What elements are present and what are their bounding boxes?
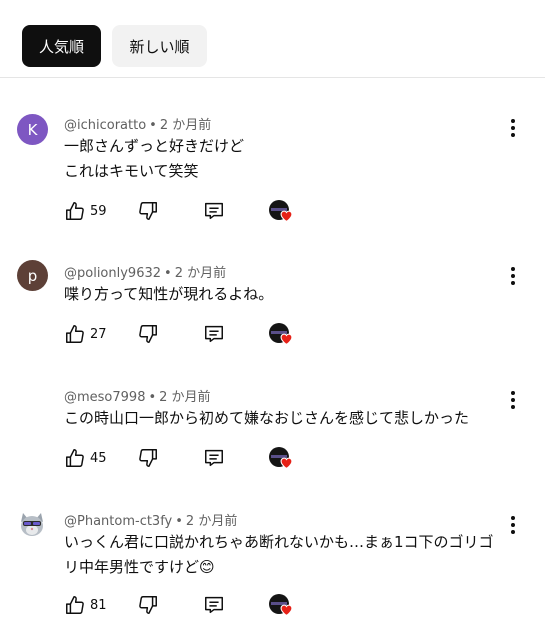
creator-heart xyxy=(269,447,293,469)
comment-text-line: いっくん君に口説かれちゃあ断れないかも…まぁ1コ下のゴリゴ xyxy=(64,533,494,551)
comment-meta: @meso7998 • 2 か月前 xyxy=(64,390,211,405)
comment-time[interactable]: 2 か月前 xyxy=(160,118,211,133)
sort-chip-top-label: 人気順 xyxy=(38,37,84,56)
like-button[interactable]: 81 xyxy=(64,594,107,616)
comment-actions: 81 xyxy=(64,594,324,620)
like-count: 27 xyxy=(90,326,107,342)
comment-text-line: この時山口一郎から初めて嫌なおじさんを感じて悲しかった xyxy=(64,409,470,427)
thumbs-down-icon xyxy=(139,202,157,220)
more-options-button[interactable] xyxy=(505,265,521,287)
comment-time[interactable]: 2 か月前 xyxy=(175,266,226,281)
comment-meta: @polionly9632 • 2 か月前 xyxy=(64,266,227,281)
thumbs-down-icon xyxy=(139,449,157,467)
comment-author[interactable]: @polionly9632 xyxy=(64,266,161,281)
comment-author[interactable]: @meso7998 xyxy=(64,390,145,405)
dislike-button[interactable] xyxy=(137,323,159,345)
reply-button[interactable] xyxy=(203,323,225,345)
more-vertical-icon xyxy=(511,267,515,285)
creator-heart xyxy=(269,594,293,616)
more-vertical-icon xyxy=(511,516,515,534)
creator-heart xyxy=(269,200,293,222)
more-options-button[interactable] xyxy=(505,514,521,536)
dislike-button[interactable] xyxy=(137,594,159,616)
thumbs-up-icon xyxy=(66,596,84,614)
avatar[interactable]: p xyxy=(17,260,48,291)
reply-comment-icon xyxy=(205,596,223,614)
comment-author[interactable]: @ichicoratto xyxy=(64,118,146,133)
heart-icon xyxy=(280,604,293,616)
avatar-letter: p xyxy=(27,266,38,285)
creator-heart-avatar-icon xyxy=(269,323,293,345)
heart-icon xyxy=(280,457,293,469)
comment-text-line: これはキモいて笑笑 xyxy=(64,162,199,180)
creator-heart xyxy=(269,323,293,345)
more-options-button[interactable] xyxy=(505,117,521,139)
thumbs-up-icon xyxy=(66,449,84,467)
sort-chip-top[interactable]: 人気順 xyxy=(22,25,101,67)
creator-heart-avatar-icon xyxy=(269,594,293,616)
heart-icon xyxy=(280,210,293,222)
comment-actions: 27 xyxy=(64,323,324,349)
reply-button[interactable] xyxy=(203,594,225,616)
heart-icon xyxy=(280,333,293,345)
thumbs-up-icon xyxy=(66,202,84,220)
more-vertical-icon xyxy=(511,391,515,409)
reply-comment-icon xyxy=(205,325,223,343)
comment-author[interactable]: @Phantom-ct3fy xyxy=(64,514,172,529)
like-count: 81 xyxy=(90,597,107,613)
avatar[interactable]: K xyxy=(17,114,48,145)
reply-comment-icon xyxy=(205,202,223,220)
comment-text-line: リ中年男性ですけど😊 xyxy=(64,558,215,576)
creator-heart-avatar-icon xyxy=(269,200,293,222)
comment-text-line: 喋り方って知性が現れるよね。 xyxy=(64,285,274,303)
sort-chip-newest-label: 新しい順 xyxy=(129,37,190,56)
more-options-button[interactable] xyxy=(505,389,521,411)
reply-button[interactable] xyxy=(203,447,225,469)
cat-avatar-icon xyxy=(21,513,43,536)
thumbs-up-icon xyxy=(66,325,84,343)
comment-time[interactable]: 2 か月前 xyxy=(186,514,237,529)
dislike-button[interactable] xyxy=(137,447,159,469)
like-button[interactable]: 27 xyxy=(64,323,107,345)
avatar[interactable] xyxy=(17,510,47,540)
sort-chip-newest[interactable]: 新しい順 xyxy=(112,25,207,67)
avatar-letter: K xyxy=(27,120,38,139)
like-button[interactable]: 45 xyxy=(64,447,107,469)
comment-text-line: 一郎さんずっと好きだけど xyxy=(64,137,245,155)
like-count: 45 xyxy=(90,450,107,466)
comment-time[interactable]: 2 か月前 xyxy=(159,390,210,405)
more-vertical-icon xyxy=(511,119,515,137)
reply-comment-icon xyxy=(205,449,223,467)
dislike-button[interactable] xyxy=(137,200,159,222)
header-divider xyxy=(0,77,545,78)
comment-actions: 45 xyxy=(64,447,324,473)
reply-button[interactable] xyxy=(203,200,225,222)
like-button[interactable]: 59 xyxy=(64,200,107,222)
thumbs-down-icon xyxy=(139,596,157,614)
thumbs-down-icon xyxy=(139,325,157,343)
comment-meta: @ichicoratto • 2 か月前 xyxy=(64,118,212,133)
comment-meta: @Phantom-ct3fy • 2 か月前 xyxy=(64,514,238,529)
comment-actions: 59 xyxy=(64,200,324,226)
like-count: 59 xyxy=(90,203,107,219)
creator-heart-avatar-icon xyxy=(269,447,293,469)
